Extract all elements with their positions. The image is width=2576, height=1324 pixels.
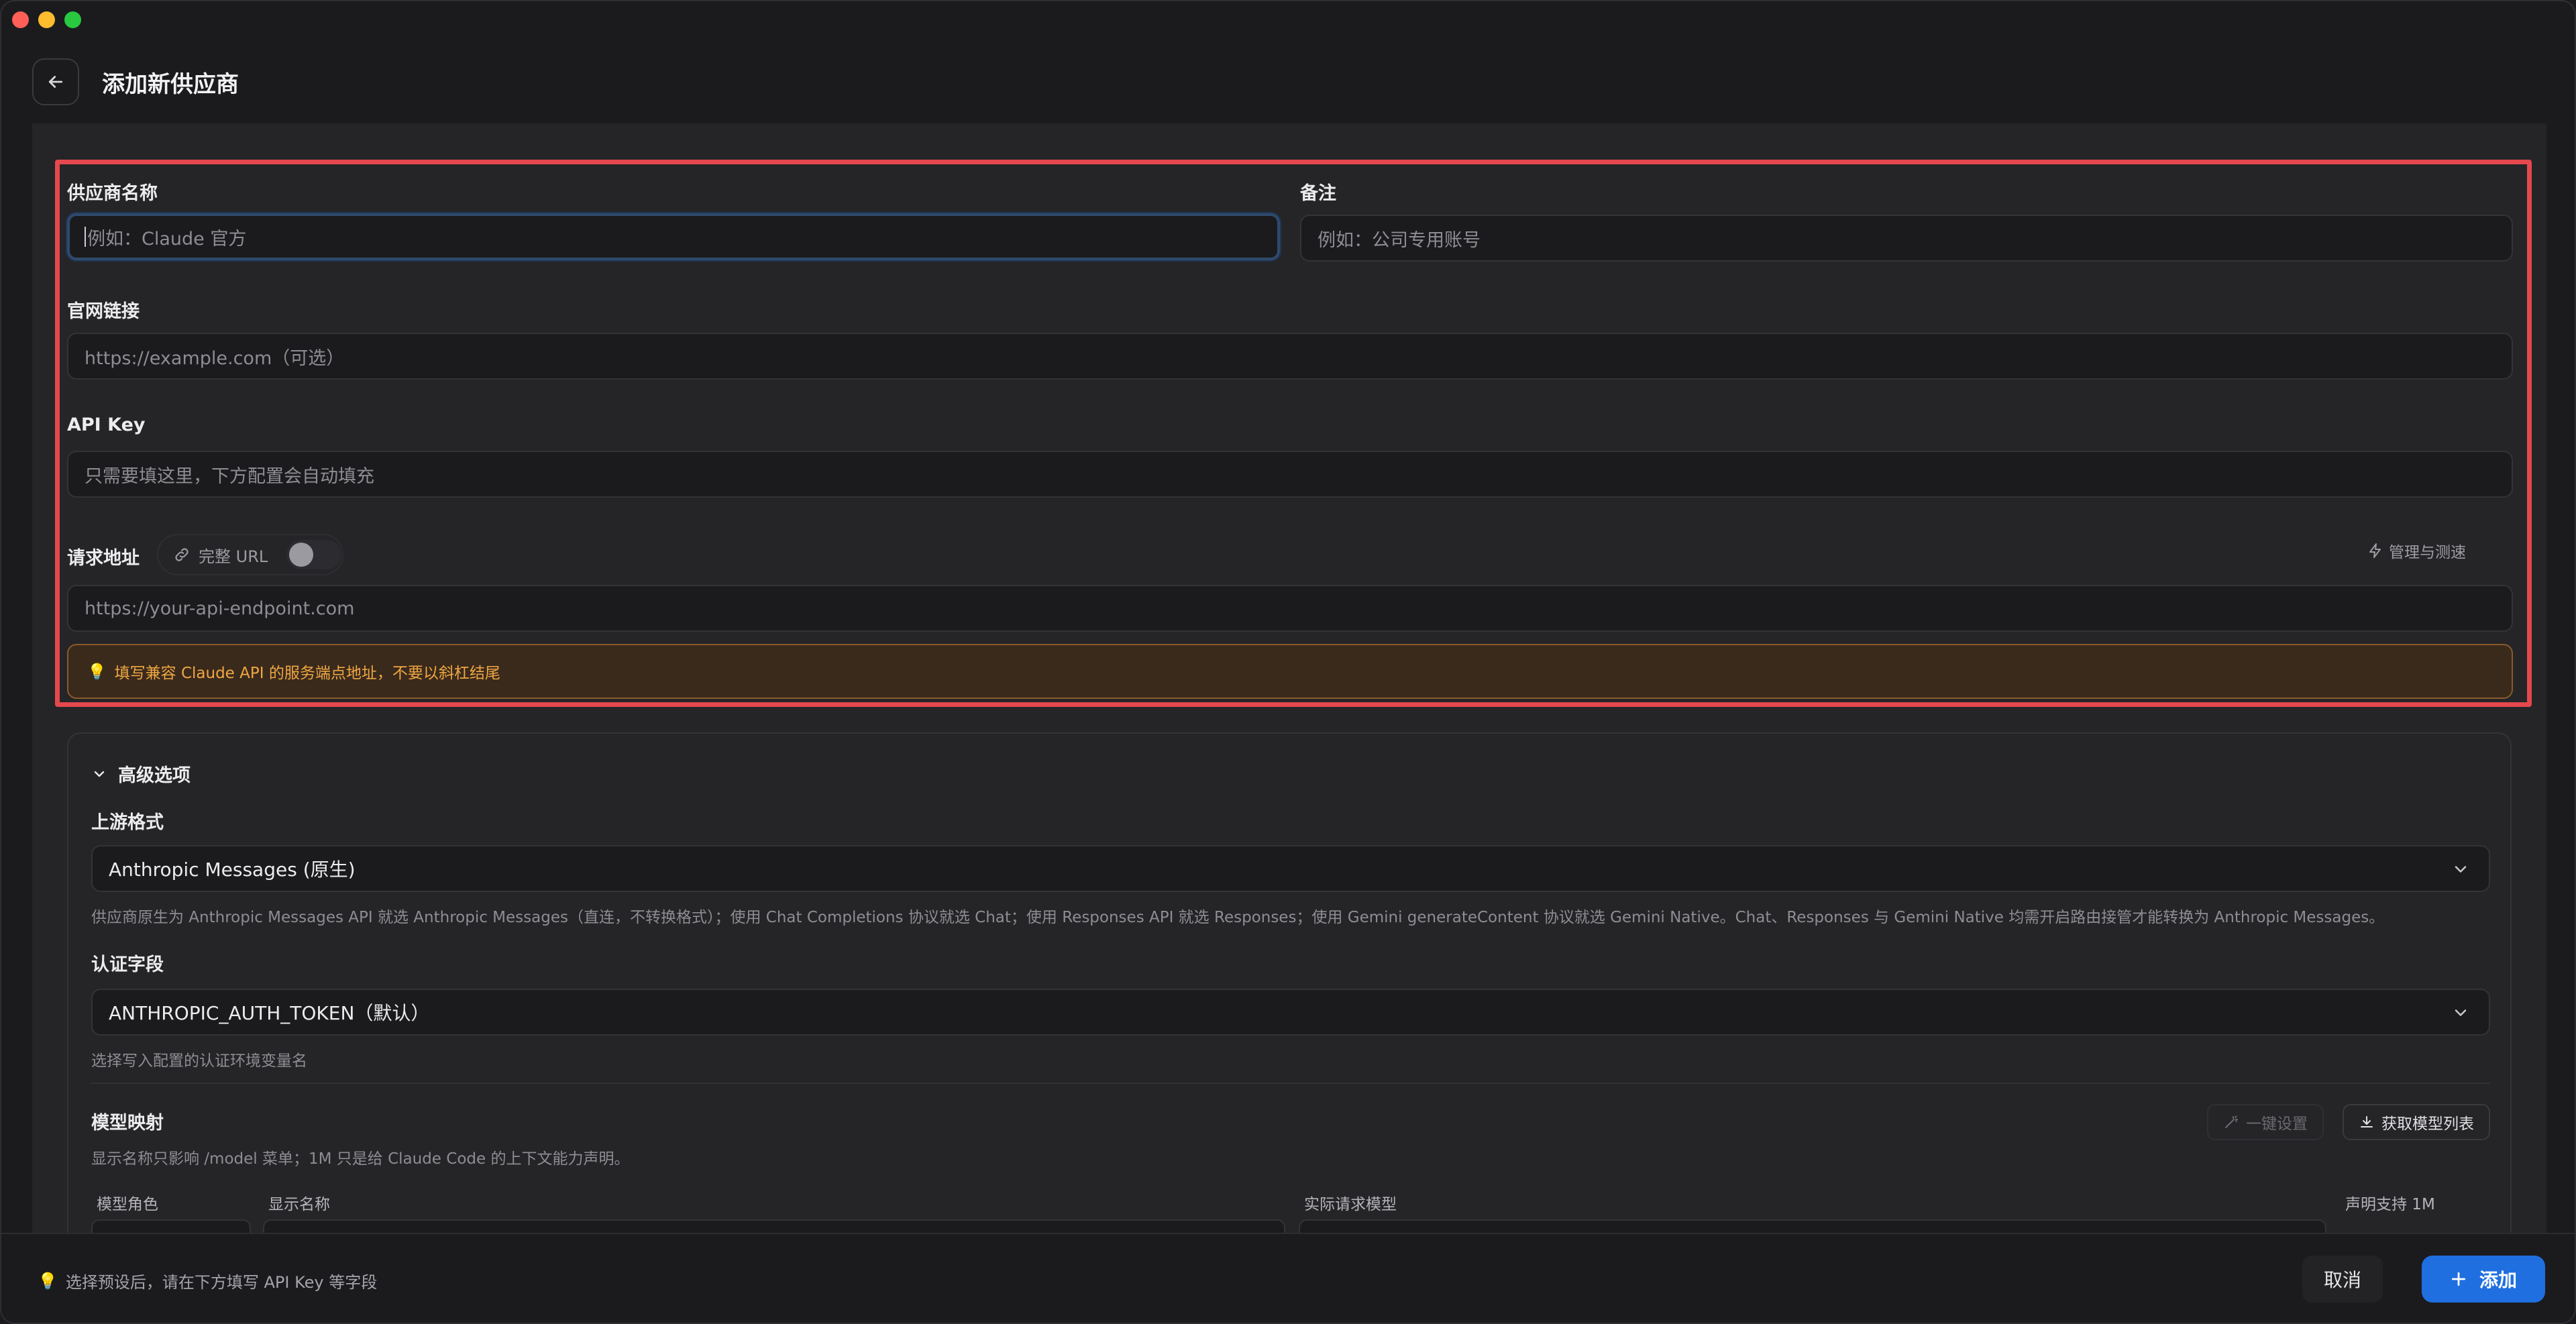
model-mapping-help: 显示名称只影响 /model 菜单；1M 只是给 Claude Code 的上下… xyxy=(91,1150,630,1168)
plus-icon xyxy=(2451,1272,2466,1286)
advanced-options-toggle[interactable]: 高级选项 xyxy=(91,761,191,787)
form-scroll-area[interactable]: 供应商名称 例如：Claude 官方 备注 例如：公司专用账号 官网链接 htt… xyxy=(32,123,2546,1233)
minimize-window-button[interactable] xyxy=(38,11,55,28)
one-click-setup-label: 一键设置 xyxy=(2246,1115,2308,1133)
cancel-button[interactable]: 取消 xyxy=(2302,1256,2383,1303)
api-key-placeholder: 只需要填这里，下方配置会自动填充 xyxy=(85,465,374,487)
model-role-cell[interactable] xyxy=(91,1219,251,1233)
add-button[interactable]: 添加 xyxy=(2422,1256,2545,1303)
endpoint-tip-text: 填写兼容 Claude API 的服务端点地址，不要以斜杠结尾 xyxy=(114,665,500,682)
actual-model-input[interactable] xyxy=(1299,1219,2326,1233)
website-input[interactable]: https://example.com（可选） xyxy=(67,333,2513,380)
add-button-label: 添加 xyxy=(2479,1269,2517,1291)
one-click-setup-button[interactable]: 一键设置 xyxy=(2207,1104,2324,1140)
auth-field-help: 选择写入配置的认证环境变量名 xyxy=(91,1052,307,1070)
link-icon xyxy=(175,548,189,561)
chevron-down-icon xyxy=(2455,1009,2467,1016)
footer-bar: 💡 选择预设后，请在下方填写 API Key 等字段 取消 添加 xyxy=(1,1233,2575,1323)
advanced-options-panel: 高级选项 上游格式 Anthropic Messages (原生) 供应商原生为… xyxy=(67,732,2512,1233)
app-window: 添加新供应商 供应商名称 例如：Claude 官方 备注 例如：公司专用账号 官… xyxy=(0,0,2576,1324)
api-key-label: API Key xyxy=(67,415,146,435)
page-title: 添加新供应商 xyxy=(102,70,239,98)
window-controls xyxy=(12,11,81,28)
upstream-format-value: Anthropic Messages (原生) xyxy=(109,859,356,881)
endpoint-label: 请求地址 xyxy=(67,548,140,569)
provider-name-input[interactable]: 例如：Claude 官方 xyxy=(67,213,1280,260)
fetch-models-button[interactable]: 获取模型列表 xyxy=(2343,1104,2490,1140)
advanced-options-title: 高级选项 xyxy=(118,765,191,786)
chevron-down-icon xyxy=(2455,866,2467,873)
download-icon xyxy=(2361,1116,2373,1127)
endpoint-tip: 💡 填写兼容 Claude API 的服务端点地址，不要以斜杠结尾 xyxy=(67,644,2513,699)
auth-field-label: 认证字段 xyxy=(91,954,164,975)
arrow-left-icon xyxy=(48,76,63,88)
fetch-models-label: 获取模型列表 xyxy=(2381,1115,2474,1133)
endpoint-input[interactable]: https://your-api-endpoint.com xyxy=(67,585,2513,632)
api-key-input[interactable]: 只需要填这里，下方配置会自动填充 xyxy=(67,451,2513,498)
upstream-format-help: 供应商原生为 Anthropic Messages API 就选 Anthrop… xyxy=(91,909,2385,926)
full-url-toggle[interactable]: 完整 URL xyxy=(157,534,343,575)
provider-name-placeholder: 例如：Claude 官方 xyxy=(87,228,247,250)
endpoint-placeholder: https://your-api-endpoint.com xyxy=(85,598,355,619)
chevron-down-icon xyxy=(94,771,105,777)
notes-label: 备注 xyxy=(1300,183,1336,204)
full-url-label: 完整 URL xyxy=(199,547,268,566)
manage-speedtest-label: 管理与测速 xyxy=(2389,544,2466,561)
manage-speedtest-button[interactable]: 管理与测速 xyxy=(2367,539,2466,562)
lightbulb-icon: 💡 xyxy=(38,1271,58,1290)
lightning-icon xyxy=(2369,543,2381,558)
page-header: 添加新供应商 xyxy=(32,58,239,106)
magic-wand-icon xyxy=(2225,1115,2238,1128)
section-divider xyxy=(91,1083,2490,1084)
upstream-format-label: 上游格式 xyxy=(91,812,164,833)
footer-tip-text: 选择预设后，请在下方填写 API Key 等字段 xyxy=(65,1273,378,1292)
maximize-window-button[interactable] xyxy=(64,11,81,28)
auth-field-value: ANTHROPIC_AUTH_TOKEN（默认） xyxy=(109,1002,430,1024)
display-name-input[interactable] xyxy=(263,1219,1285,1233)
footer-tip: 💡 选择预设后，请在下方填写 API Key 等字段 xyxy=(38,1269,377,1292)
lightbulb-icon: 💡 xyxy=(87,663,107,681)
notes-placeholder: 例如：公司专用账号 xyxy=(1318,229,1481,251)
website-label: 官网链接 xyxy=(67,301,140,322)
upstream-format-select[interactable]: Anthropic Messages (原生) xyxy=(91,845,2490,892)
close-window-button[interactable] xyxy=(12,11,29,28)
provider-name-label: 供应商名称 xyxy=(67,183,158,204)
column-header-display-name: 显示名称 xyxy=(268,1196,330,1213)
column-header-1m-support: 声明支持 1M xyxy=(2345,1196,2435,1213)
column-header-model-role: 模型角色 xyxy=(97,1196,158,1213)
full-url-switch[interactable] xyxy=(286,540,342,569)
switch-knob xyxy=(289,543,314,567)
back-button[interactable] xyxy=(32,58,79,105)
auth-field-select[interactable]: ANTHROPIC_AUTH_TOKEN（默认） xyxy=(91,989,2490,1036)
website-placeholder: https://example.com（可选） xyxy=(85,347,345,369)
model-mapping-label: 模型映射 xyxy=(91,1113,164,1134)
text-caret xyxy=(85,227,86,247)
notes-input[interactable]: 例如：公司专用账号 xyxy=(1300,215,2513,262)
column-header-actual-model: 实际请求模型 xyxy=(1304,1196,1397,1213)
